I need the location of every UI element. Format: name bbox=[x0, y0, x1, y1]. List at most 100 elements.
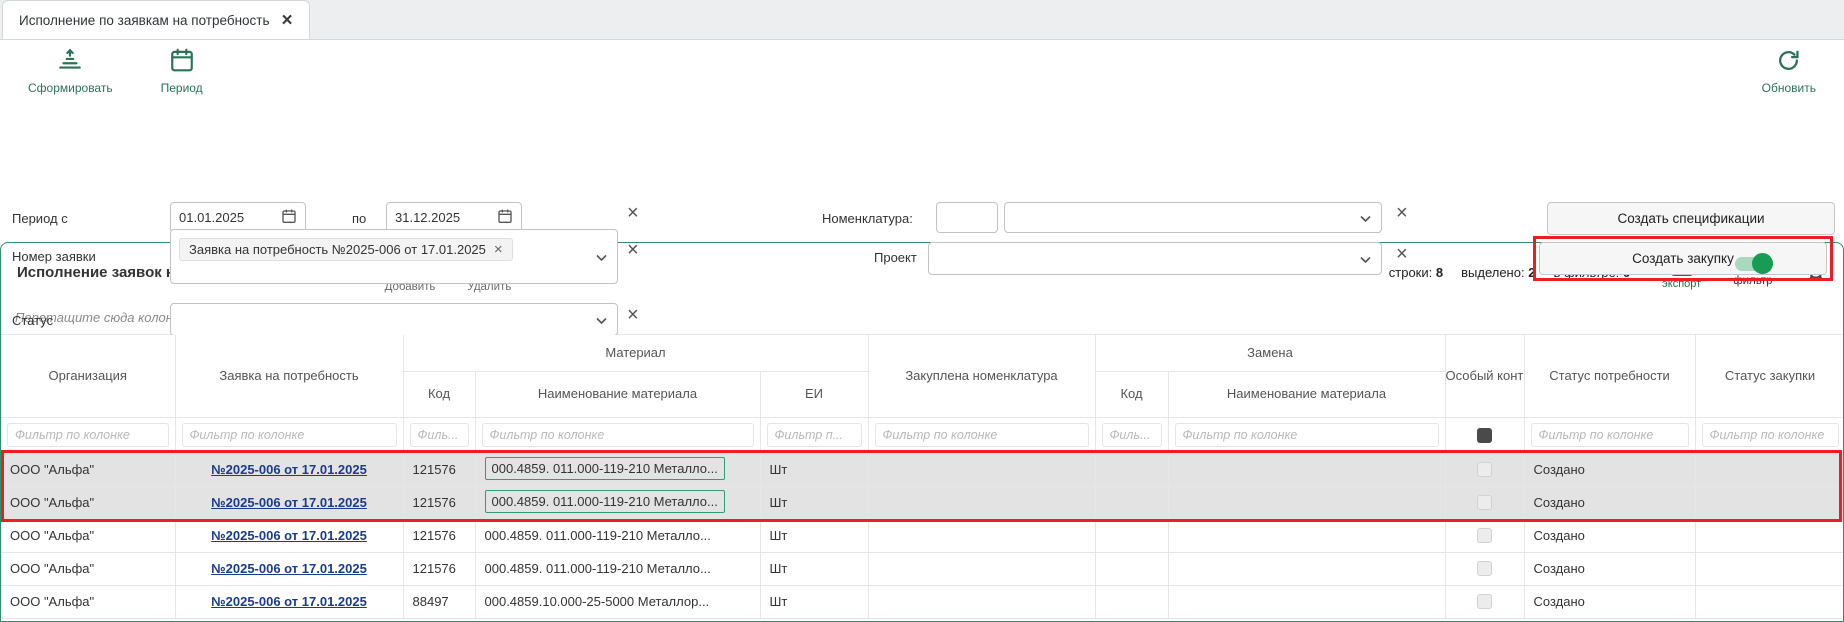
project-select[interactable] bbox=[928, 242, 1382, 275]
annotation-create-purchase: Создать закупку bbox=[1533, 236, 1833, 281]
col-header-material-name[interactable]: Наименование материала bbox=[475, 371, 760, 417]
date-picker-icon[interactable] bbox=[497, 208, 513, 227]
col-header-purchase-status[interactable]: Статус закупки bbox=[1695, 335, 1844, 417]
clear-request-icon[interactable]: × bbox=[627, 240, 639, 260]
tab-execution-requests[interactable]: Исполнение по заявкам на потребность × bbox=[2, 0, 310, 39]
request-link[interactable]: №2025-006 от 17.01.2025 bbox=[211, 561, 367, 576]
period-from-label: Период с bbox=[12, 211, 68, 226]
cell-org: ООО "Альфа" bbox=[1, 552, 175, 585]
refresh-button[interactable]: Обновить bbox=[1762, 48, 1816, 95]
table-row[interactable]: ООО "Альфа" №2025-006 от 17.01.2025 1215… bbox=[1, 453, 1844, 486]
cell-code: 121576 bbox=[403, 486, 475, 519]
clear-nomenclature-icon[interactable]: × bbox=[1396, 203, 1408, 223]
rows-count-value: 8 bbox=[1436, 265, 1443, 280]
request-chip[interactable]: Заявка на потребность №2025-006 от 17.01… bbox=[179, 238, 513, 261]
table-wrap: Организация Заявка на потребность Матери… bbox=[1, 335, 1843, 619]
col-header-request[interactable]: Заявка на потребность bbox=[175, 335, 403, 417]
special-control-filter-checkbox[interactable] bbox=[1477, 428, 1492, 443]
chevron-down-icon[interactable] bbox=[1360, 210, 1371, 225]
special-control-checkbox[interactable] bbox=[1477, 495, 1492, 510]
filter-need-status-input[interactable] bbox=[1531, 423, 1689, 447]
col-header-code[interactable]: Код bbox=[403, 371, 475, 417]
remove-chip-icon[interactable]: × bbox=[494, 242, 503, 257]
table-row[interactable]: ООО "Альфа" №2025-006 от 17.01.2025 8849… bbox=[1, 585, 1844, 618]
cell-replace-name bbox=[1168, 453, 1445, 486]
cell-org: ООО "Альфа" bbox=[1, 453, 175, 486]
col-header-need-status[interactable]: Статус потребности bbox=[1524, 335, 1695, 417]
filter-request-input[interactable] bbox=[182, 423, 397, 447]
cell-material: 000.4859. 011.000-119-210 Металло... bbox=[475, 519, 760, 552]
cell-replace-code bbox=[1095, 486, 1168, 519]
filter-unit-input[interactable] bbox=[767, 423, 862, 447]
cell-purchased bbox=[868, 585, 1095, 618]
cell-replace-code bbox=[1095, 552, 1168, 585]
col-header-replace-name[interactable]: Наименование материала bbox=[1168, 371, 1445, 417]
col-header-org[interactable]: Организация bbox=[1, 335, 175, 417]
cell-request: №2025-006 от 17.01.2025 bbox=[175, 453, 403, 486]
request-number-multiselect[interactable]: Заявка на потребность №2025-006 от 17.01… bbox=[170, 229, 618, 284]
cell-code: 121576 bbox=[403, 453, 475, 486]
nomenclature-label: Номенклатура: bbox=[822, 211, 913, 226]
filter-cell-purchased bbox=[868, 417, 1095, 453]
period-to-input[interactable] bbox=[395, 210, 481, 225]
selected-count-label: выделено: bbox=[1461, 265, 1524, 280]
special-control-checkbox[interactable] bbox=[1477, 528, 1492, 543]
filter-material-input[interactable] bbox=[482, 423, 754, 447]
filter-replace-name-input[interactable] bbox=[1175, 423, 1439, 447]
date-picker-icon[interactable] bbox=[281, 208, 297, 227]
cell-unit: Шт bbox=[760, 519, 868, 552]
nomenclature-code-input[interactable] bbox=[936, 202, 998, 233]
nomenclature-select[interactable] bbox=[1004, 202, 1382, 233]
filter-purchase-status-input[interactable] bbox=[1702, 423, 1839, 447]
chevron-down-icon[interactable] bbox=[1360, 251, 1371, 266]
toggle-track bbox=[1735, 257, 1771, 271]
filter-cell-need-status bbox=[1524, 417, 1695, 453]
request-link[interactable]: №2025-006 от 17.01.2025 bbox=[211, 594, 367, 609]
request-link[interactable]: №2025-006 от 17.01.2025 bbox=[211, 462, 367, 477]
table-row[interactable]: ООО "Альфа" №2025-006 от 17.01.2025 1215… bbox=[1, 486, 1844, 519]
cell-replace-name bbox=[1168, 519, 1445, 552]
cell-purchased bbox=[868, 486, 1095, 519]
cell-purchased bbox=[868, 453, 1095, 486]
cell-org: ООО "Альфа" bbox=[1, 585, 175, 618]
col-header-replace-code[interactable]: Код bbox=[1095, 371, 1168, 417]
clear-period-icon[interactable]: × bbox=[627, 203, 639, 223]
col-header-purchased[interactable]: Закуплена номенклатура bbox=[868, 335, 1095, 417]
filter-cell-code bbox=[403, 417, 475, 453]
col-header-special-control[interactable]: Особый контроль bbox=[1445, 335, 1524, 417]
period-to-label: по bbox=[352, 211, 366, 226]
period-from-input[interactable] bbox=[179, 210, 265, 225]
cell-purchase-status bbox=[1695, 552, 1844, 585]
special-control-checkbox[interactable] bbox=[1477, 561, 1492, 576]
table-row[interactable]: ООО "Альфа" №2025-006 от 17.01.2025 1215… bbox=[1, 519, 1844, 552]
status-select[interactable] bbox=[170, 303, 618, 336]
cell-replace-code bbox=[1095, 585, 1168, 618]
filter-replace-code-input[interactable] bbox=[1102, 423, 1162, 447]
period-button[interactable]: Период bbox=[161, 47, 203, 95]
generate-button[interactable]: Сформировать bbox=[28, 47, 113, 95]
cell-replace-code bbox=[1095, 519, 1168, 552]
create-specifications-button[interactable]: Создать спецификации bbox=[1547, 202, 1835, 235]
material-highlighted-cell: 000.4859. 011.000-119-210 Металло... bbox=[485, 490, 725, 513]
request-link[interactable]: №2025-006 от 17.01.2025 bbox=[211, 495, 367, 510]
clear-status-icon[interactable]: × bbox=[627, 305, 639, 325]
filter-purchased-input[interactable] bbox=[875, 423, 1089, 447]
clear-project-icon[interactable]: × bbox=[1396, 244, 1408, 264]
create-purchase-button[interactable]: Создать закупку bbox=[1539, 242, 1827, 275]
col-header-unit[interactable]: ЕИ bbox=[760, 371, 868, 417]
table-row[interactable]: ООО "Альфа" №2025-006 от 17.01.2025 1215… bbox=[1, 552, 1844, 585]
special-control-checkbox[interactable] bbox=[1477, 462, 1492, 477]
col-group-material: Материал bbox=[403, 335, 868, 371]
cell-material: 000.4859.10.000-25-5000 Металлор... bbox=[475, 585, 760, 618]
main-toolbar: Сформировать Период Обновить bbox=[0, 40, 1844, 102]
cell-need-status: Создано bbox=[1524, 519, 1695, 552]
filter-code-input[interactable] bbox=[410, 423, 469, 447]
cell-material: 000.4859. 011.000-119-210 Металло... bbox=[475, 486, 760, 519]
filter-org-input[interactable] bbox=[7, 423, 169, 447]
chevron-down-icon[interactable] bbox=[596, 312, 607, 327]
special-control-checkbox[interactable] bbox=[1477, 594, 1492, 609]
close-tab-icon[interactable]: × bbox=[282, 11, 293, 30]
request-link[interactable]: №2025-006 от 17.01.2025 bbox=[211, 528, 367, 543]
chevron-down-icon[interactable] bbox=[596, 249, 607, 264]
cell-code: 88497 bbox=[403, 585, 475, 618]
